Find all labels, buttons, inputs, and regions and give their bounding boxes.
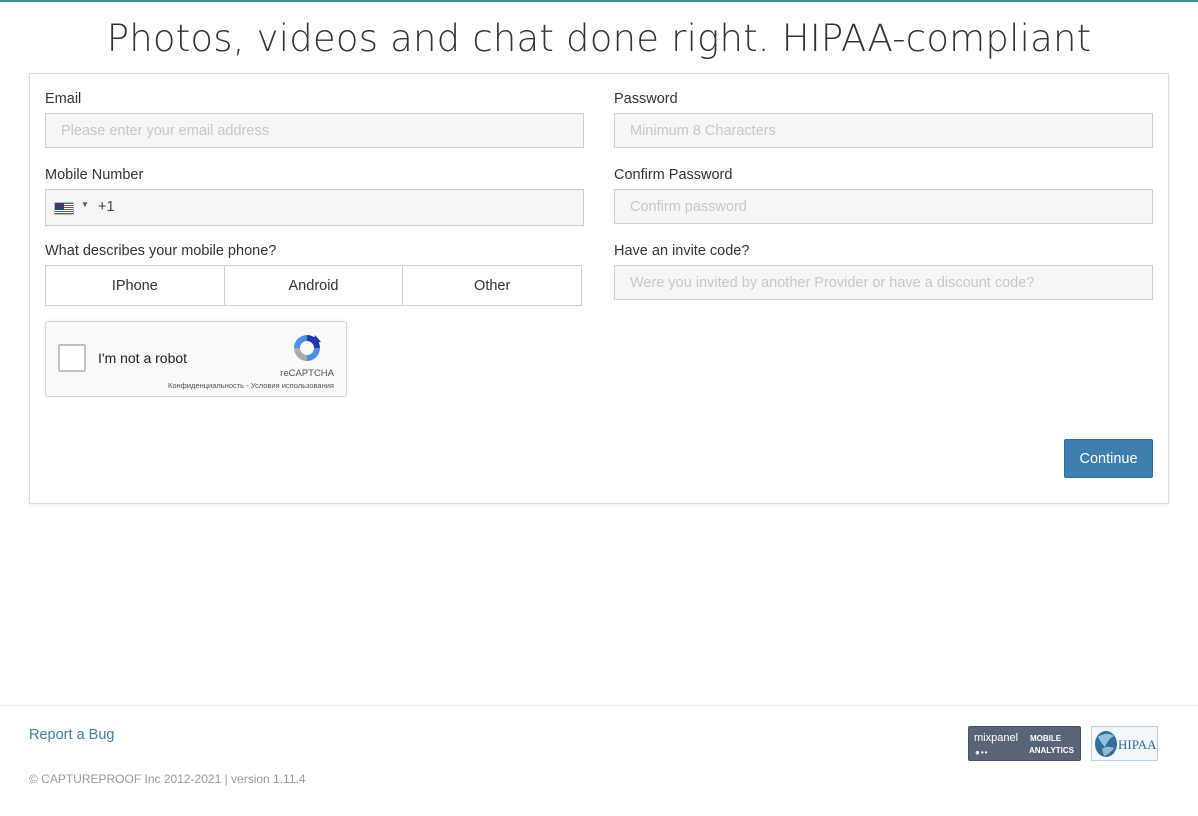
hipaa-badge[interactable]: HIPAA: [1091, 726, 1158, 761]
mixpanel-badge[interactable]: mixpanel ●•• MOBILE ANALYTICS: [968, 726, 1081, 761]
page-title: Photos, videos and chat done right. HIPA…: [106, 17, 1092, 60]
report-bug-link[interactable]: Report a Bug: [29, 727, 114, 743]
password-input[interactable]: [614, 113, 1153, 148]
email-label: Email: [45, 91, 82, 107]
invite-code-input[interactable]: [614, 265, 1153, 300]
mixpanel-mobile-text: MOBILE: [1030, 734, 1062, 743]
invite-code-label: Have an invite code?: [614, 243, 750, 259]
hipaa-badge-text: HIPAA: [1118, 737, 1157, 752]
recaptcha-brand: reCAPTCHA: [280, 368, 334, 379]
continue-button[interactable]: Continue: [1064, 439, 1153, 478]
dial-code: +1: [98, 199, 115, 215]
phone-type-iphone-button[interactable]: IPhone: [46, 266, 225, 305]
email-input[interactable]: [45, 113, 584, 148]
phone-type-selector: IPhone Android Other: [45, 265, 582, 306]
mixpanel-dots-icon: ●••: [975, 748, 989, 757]
footer-divider: [0, 705, 1198, 706]
country-dropdown-caret-icon[interactable]: ▼: [81, 200, 89, 209]
signup-form-panel: Email Password Mobile Number ▼ +1 Confir…: [29, 73, 1169, 504]
recaptcha-privacy-link[interactable]: Конфиденциальность: [168, 381, 244, 390]
mobile-number-label: Mobile Number: [45, 167, 144, 183]
recaptcha-label: I'm not a robot: [98, 350, 188, 366]
confirm-password-input[interactable]: [614, 189, 1153, 224]
recaptcha-logo-icon: [294, 335, 321, 361]
password-label: Password: [614, 91, 678, 107]
mixpanel-name: mixpanel: [974, 732, 1019, 744]
us-flag-icon[interactable]: [54, 202, 74, 215]
confirm-password-label: Confirm Password: [614, 167, 733, 183]
phone-type-label: What describes your mobile phone?: [45, 243, 277, 259]
mixpanel-analytics-text: ANALYTICS: [1028, 746, 1074, 755]
hipaa-logo-icon: HIPAA: [1095, 731, 1157, 757]
mobile-number-field[interactable]: ▼ +1: [45, 189, 584, 226]
recaptcha-terms-separator: -: [244, 381, 251, 390]
recaptcha-widget: I'm not a robot reCAPTCHA Конфиденциальн…: [45, 321, 347, 397]
phone-type-android-button[interactable]: Android: [224, 266, 404, 305]
recaptcha-terms: Конфиденциальность - Условия использован…: [168, 381, 334, 390]
recaptcha-terms-link[interactable]: Условия использования: [251, 381, 334, 390]
top-accent-line: [0, 0, 1198, 2]
recaptcha-checkbox[interactable]: [58, 344, 86, 372]
phone-type-other-button[interactable]: Other: [403, 266, 582, 305]
copyright-text: © CAPTUREPROOF Inc 2012-2021 | version 1…: [29, 772, 306, 786]
